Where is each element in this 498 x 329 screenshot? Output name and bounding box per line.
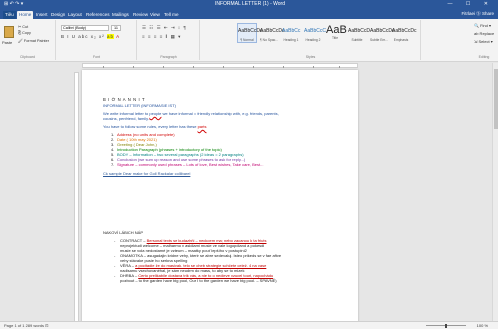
style-heading-2[interactable]: AaBbCcC Heading 2 bbox=[303, 23, 326, 43]
paste-button[interactable]: Paste bbox=[2, 40, 12, 45]
tab-references[interactable]: References bbox=[84, 11, 112, 19]
vertical-ruler[interactable] bbox=[74, 72, 79, 322]
misspelled-word[interactable]: people bbox=[149, 111, 161, 116]
paragraph-rules: You have to follow some rules, every let… bbox=[103, 124, 206, 129]
style-name: ¶ Normal bbox=[240, 38, 254, 42]
editing-group: 🔍 Find ▾ ab Replace ⇲ Select ▾ Editing bbox=[470, 20, 498, 60]
style-name: ¶ No Spac... bbox=[260, 38, 278, 42]
text-run: You have to follow some rules, every let… bbox=[103, 124, 198, 129]
horizontal-ruler[interactable] bbox=[82, 63, 358, 68]
tell-me-search[interactable]: Tell me bbox=[162, 11, 181, 19]
style-name: Heading 2 bbox=[305, 38, 321, 42]
tab-file[interactable]: Tiêu bbox=[3, 11, 16, 19]
clipboard-group: Paste ✂ Cut ⎘ Copy 🖌 Format Painter Clip… bbox=[0, 20, 56, 60]
style-sample: AaB bbox=[326, 24, 347, 36]
window-title: INFORMAL LETTER (1) - Word bbox=[214, 1, 285, 7]
font-name-select[interactable]: Calibri (Body) bbox=[61, 25, 109, 31]
ruler-tick bbox=[283, 66, 284, 68]
clipboard-group-label: Clipboard bbox=[20, 55, 35, 59]
select-button[interactable]: ⇲ Select ▾ bbox=[474, 39, 493, 44]
zoom-slider[interactable] bbox=[426, 324, 466, 328]
font-color-button[interactable]: A bbox=[116, 34, 120, 39]
list-item: 7. Signature – commonly used phrases – Lo… bbox=[111, 162, 263, 167]
ruler-tick bbox=[133, 66, 134, 68]
style-name: Subtitle bbox=[351, 38, 363, 42]
style-name: Subtle Em... bbox=[370, 38, 388, 42]
styles-group: AaBbCcDc ¶ Normal AaBbCcDc ¶ No Spac... … bbox=[201, 20, 421, 60]
paste-icon[interactable] bbox=[4, 26, 14, 38]
format-buttons[interactable]: B I U abc x₂ x² bbox=[61, 34, 105, 39]
style-sample: AaBbCcDc bbox=[260, 28, 285, 34]
share-button[interactable]: Fitrlaei Ⓢ Share bbox=[461, 11, 494, 17]
title-bar: ⊞ ↶ ↷ ▾ INFORMAL LETTER (1) - Word — ☐ ✕ bbox=[0, 0, 498, 9]
format-painter-button[interactable]: 🖌 Format Painter bbox=[18, 38, 49, 43]
tab-mailings[interactable]: Mailings bbox=[110, 11, 131, 19]
ruler-tick bbox=[103, 66, 104, 68]
misspelled-word[interactable]: parts bbox=[198, 124, 207, 129]
list-text: Signature – commonly used phrases – Lots… bbox=[117, 162, 264, 167]
zoom-slider-knob[interactable] bbox=[445, 324, 447, 328]
font-size-select[interactable]: 11 bbox=[111, 25, 121, 31]
editing-group-label: Editing bbox=[478, 55, 490, 59]
copy-button[interactable]: ⎘ Copy bbox=[18, 31, 31, 35]
ruler-tick bbox=[193, 66, 194, 68]
style-sample: AaBbCcDc bbox=[238, 28, 263, 34]
replace-button[interactable]: ab Replace bbox=[474, 31, 494, 36]
tab-design[interactable]: Design bbox=[49, 11, 67, 19]
ruler-tick bbox=[339, 66, 340, 68]
style-name: Emphasis bbox=[393, 38, 409, 42]
ribbon-tab-bar: Tiêu Home Insert Design Layout Reference… bbox=[0, 9, 498, 19]
paragraph-group-label: Paragraph bbox=[160, 55, 177, 59]
font-group-label: Font bbox=[92, 55, 100, 59]
cut-button[interactable]: ✂ Cut bbox=[18, 24, 28, 29]
ruler-tick bbox=[223, 66, 224, 68]
paragraph-intro-line2: cousins, penfriend, family... bbox=[103, 116, 152, 121]
window-controls[interactable]: — ☐ ✕ bbox=[448, 1, 494, 7]
style-title[interactable]: AaB Title bbox=[325, 23, 347, 43]
font-group: Calibri (Body) 11 B I U abc x₂ x² ab A F… bbox=[57, 20, 137, 60]
style-subtitle[interactable]: AaBbCcD Subtitle bbox=[347, 23, 370, 43]
style-sample: AaBbCcDc bbox=[392, 28, 417, 34]
ribbon: Paste ✂ Cut ⎘ Copy 🖌 Format Painter Clip… bbox=[0, 19, 498, 62]
style-emphasis[interactable]: AaBbCcDc Emphasis bbox=[391, 23, 417, 43]
style-sample: AaBbCcC bbox=[304, 28, 326, 34]
find-button[interactable]: 🔍 Find ▾ bbox=[474, 23, 491, 28]
style-no-spacing[interactable]: AaBbCcDc ¶ No Spac... bbox=[259, 23, 285, 43]
list-indent-buttons[interactable]: ☰ ☷ ☰ ⇤ ⇥ ↕ ¶ bbox=[142, 25, 187, 31]
vertical-scrollbar[interactable] bbox=[492, 63, 498, 321]
tab-insert[interactable]: Insert bbox=[34, 11, 50, 19]
styles-group-label: Styles bbox=[305, 55, 316, 59]
scrollbar-thumb[interactable] bbox=[494, 69, 498, 129]
tab-home[interactable]: Home bbox=[17, 11, 34, 19]
paragraph-group: ☰ ☷ ☰ ⇤ ⇥ ↕ ¶ ≡ ≡ ≡ ≡ ‖ ▦ ▾ Paragraph bbox=[138, 20, 200, 60]
style-sample: AaBbCcD bbox=[348, 28, 370, 34]
sample-link[interactable]: Ck sample Dear make for Goll Rackalar co… bbox=[103, 171, 190, 176]
ruler-tick bbox=[163, 66, 164, 68]
document-subheading: INFORMAL LETTER (INFORMASIE IST) bbox=[103, 103, 176, 108]
style-normal[interactable]: AaBbCcDc ¶ Normal bbox=[237, 23, 263, 43]
tab-layout[interactable]: Layout bbox=[66, 11, 84, 19]
zoom-level[interactable]: 100 % bbox=[477, 323, 488, 328]
quick-access-toolbar[interactable]: ⊞ ↶ ↷ ▾ bbox=[4, 1, 23, 7]
document-heading: B I Ờ N A N N I T bbox=[103, 97, 146, 102]
style-sample: AaBbCcDc bbox=[370, 28, 395, 34]
status-bar: Page 1 of 1 289 words ⊡ 100 % bbox=[0, 321, 498, 329]
tab-view[interactable]: View bbox=[148, 11, 162, 19]
page-word-count[interactable]: Page 1 of 1 289 words ⊡ bbox=[4, 323, 49, 328]
alignment-buttons[interactable]: ≡ ≡ ≡ ≡ ‖ ▦ ▾ bbox=[142, 34, 181, 40]
style-sample: AaBbCc bbox=[282, 28, 301, 34]
bullet-continuation: pozbout – to the garden have big pool, O… bbox=[120, 278, 277, 283]
document-page[interactable]: B I Ờ N A N N I T INFORMAL LETTER (INFOR… bbox=[82, 70, 358, 329]
style-name: Title bbox=[331, 36, 339, 40]
ruler-tick bbox=[253, 66, 254, 68]
highlight-button[interactable]: ab bbox=[107, 34, 115, 39]
style-name: Heading 1 bbox=[283, 38, 299, 42]
style-heading-1[interactable]: AaBbCc Heading 1 bbox=[281, 23, 301, 43]
ruler-tick bbox=[313, 66, 314, 68]
text-run: we have informal = friendly relationship… bbox=[161, 111, 279, 116]
style-subtle-emphasis[interactable]: AaBbCcDc Subtle Em... bbox=[369, 23, 395, 43]
section-heading: NAKOVÍ LÁBICH NÁP bbox=[103, 230, 144, 235]
font-format-row: B I U abc x₂ x² ab A bbox=[61, 34, 120, 39]
